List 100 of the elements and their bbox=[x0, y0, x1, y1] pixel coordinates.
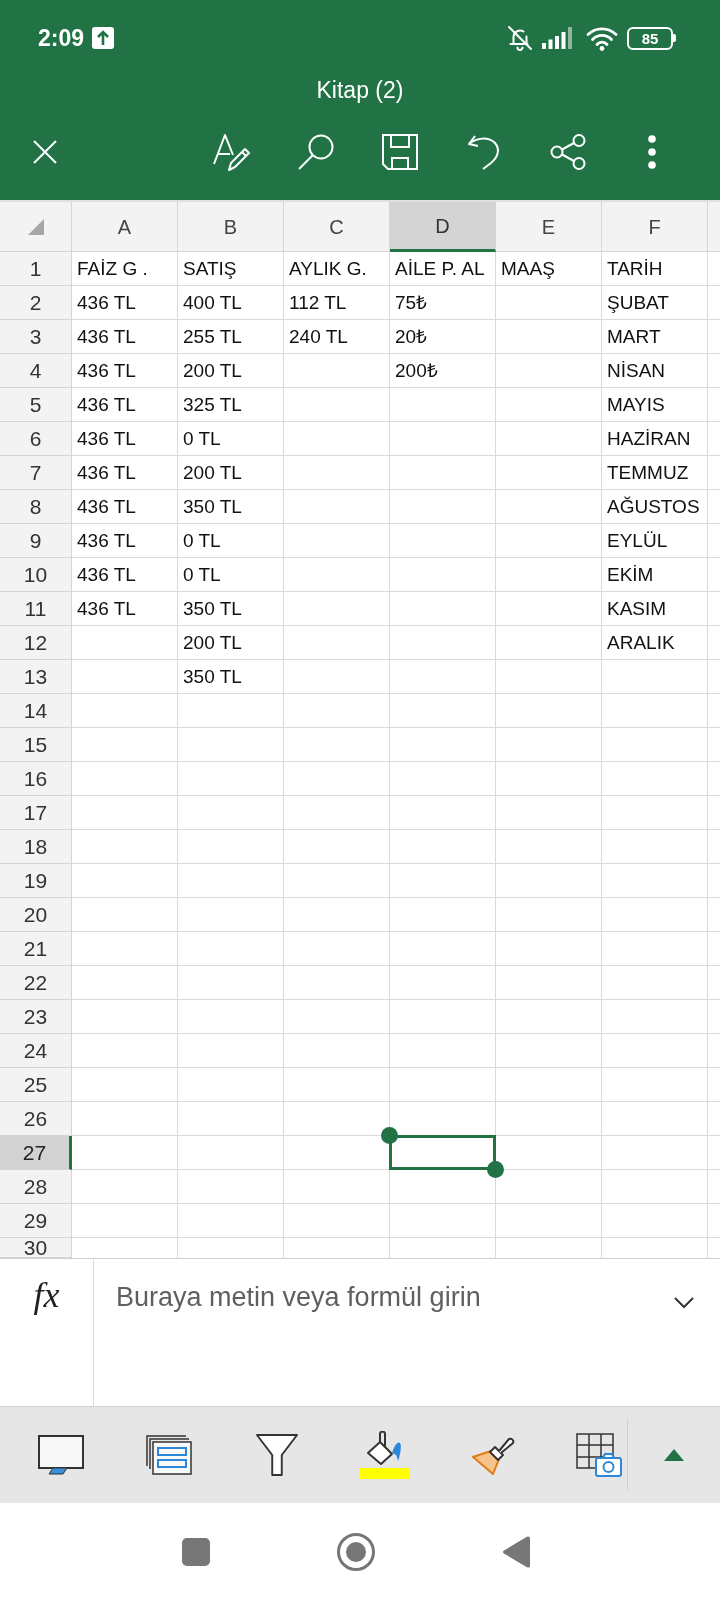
cell-text: 240 TL bbox=[288, 324, 348, 349]
row-header[interactable]: 25 bbox=[0, 1068, 72, 1102]
row-header[interactable]: 6 bbox=[0, 422, 72, 456]
cell-text: 436 TL bbox=[76, 562, 136, 587]
selection-handle-icon[interactable] bbox=[487, 1161, 504, 1178]
cell-text: MART bbox=[606, 324, 661, 349]
column-header[interactable]: C bbox=[284, 202, 390, 252]
up-triangle-icon[interactable] bbox=[664, 1449, 684, 1461]
cell-text: 350 TL bbox=[182, 596, 242, 621]
battery-indicator: 85 bbox=[627, 26, 676, 50]
cell-text: 200₺ bbox=[394, 358, 438, 383]
row-header[interactable]: 1 bbox=[0, 252, 72, 286]
cell-text: 255 TL bbox=[182, 324, 242, 349]
cell-text: FAİZ G . bbox=[76, 256, 148, 281]
cell-text: 200 TL bbox=[182, 358, 242, 383]
cell-text: MAYIS bbox=[606, 392, 665, 417]
cell-text: KASIM bbox=[606, 596, 667, 621]
ring-icon[interactable] bbox=[337, 1532, 375, 1571]
row-header[interactable]: 27 bbox=[0, 1136, 72, 1170]
row-header[interactable]: 12 bbox=[0, 626, 72, 660]
row-header[interactable]: 23 bbox=[0, 1000, 72, 1034]
column-header[interactable]: B bbox=[178, 202, 284, 252]
cell-text: 0 TL bbox=[182, 528, 221, 553]
cell-text: 436 TL bbox=[76, 494, 136, 519]
selection-handle-icon[interactable] bbox=[381, 1127, 398, 1144]
row-header[interactable]: 10 bbox=[0, 558, 72, 592]
more-vertical-icon[interactable] bbox=[648, 135, 656, 169]
row-header[interactable]: 29 bbox=[0, 1204, 72, 1238]
row-header[interactable]: 19 bbox=[0, 864, 72, 898]
row-header[interactable]: 26 bbox=[0, 1102, 72, 1136]
undo-icon[interactable] bbox=[467, 134, 501, 170]
cell-text: 400 TL bbox=[182, 290, 242, 315]
row-header[interactable]: 20 bbox=[0, 898, 72, 932]
cell-text: AİLE P. AL bbox=[394, 256, 485, 281]
share-icon[interactable] bbox=[550, 134, 586, 170]
signal-bars-icon bbox=[542, 27, 572, 49]
row-header[interactable]: 3 bbox=[0, 320, 72, 354]
column-header[interactable]: D bbox=[390, 202, 496, 252]
back-triangle-icon[interactable] bbox=[502, 1535, 530, 1568]
row-header[interactable]: 9 bbox=[0, 524, 72, 558]
row-header[interactable]: 28 bbox=[0, 1170, 72, 1204]
row-header[interactable]: 13 bbox=[0, 660, 72, 694]
row-header[interactable]: 14 bbox=[0, 694, 72, 728]
filter-icon[interactable] bbox=[256, 1434, 298, 1476]
cell-text: ŞUBAT bbox=[606, 290, 669, 315]
cell-text: EKİM bbox=[606, 562, 654, 587]
cell-text: 200 TL bbox=[182, 630, 242, 655]
row-header[interactable]: 15 bbox=[0, 728, 72, 762]
row-header[interactable]: 8 bbox=[0, 490, 72, 524]
cell-text: TARİH bbox=[606, 256, 663, 281]
cell-text: 350 TL bbox=[182, 494, 242, 519]
cell-text: 20₺ bbox=[394, 324, 428, 349]
muted-bell-icon bbox=[507, 25, 533, 51]
cell-text: 436 TL bbox=[76, 290, 136, 315]
wifi-icon bbox=[586, 25, 618, 51]
row-header[interactable]: 7 bbox=[0, 456, 72, 490]
column-header[interactable]: F bbox=[602, 202, 708, 252]
cell-text: 436 TL bbox=[76, 528, 136, 553]
cell-text: 436 TL bbox=[76, 358, 136, 383]
square-icon[interactable] bbox=[182, 1537, 210, 1566]
row-header[interactable]: 16 bbox=[0, 762, 72, 796]
search-icon[interactable] bbox=[298, 134, 334, 170]
letter-pencil-icon[interactable] bbox=[213, 133, 251, 171]
row-header[interactable]: 4 bbox=[0, 354, 72, 388]
column-header[interactable]: A bbox=[72, 202, 178, 252]
row-header[interactable]: 2 bbox=[0, 286, 72, 320]
cell-text: 436 TL bbox=[76, 460, 136, 485]
cell-text: 112 TL bbox=[288, 290, 347, 315]
cell-text: 325 TL bbox=[182, 392, 242, 417]
status-time: 2:09 bbox=[38, 23, 85, 53]
stacked-panels-icon[interactable] bbox=[146, 1435, 192, 1475]
cell-text: 75₺ bbox=[394, 290, 428, 315]
cell-text: 436 TL bbox=[76, 324, 136, 349]
cell-text: 200 TL bbox=[182, 460, 242, 485]
row-header[interactable]: 21 bbox=[0, 932, 72, 966]
screen-icon[interactable] bbox=[38, 1435, 84, 1475]
cell-text: 350 TL bbox=[182, 664, 242, 689]
grid-camera-icon[interactable] bbox=[576, 1433, 622, 1477]
cell-text: 436 TL bbox=[76, 596, 136, 621]
cell-text: SATIŞ bbox=[182, 256, 237, 281]
brush-icon[interactable] bbox=[471, 1435, 515, 1475]
row-header[interactable]: 24 bbox=[0, 1034, 72, 1068]
row-header[interactable]: 5 bbox=[0, 388, 72, 422]
row-header[interactable]: 18 bbox=[0, 830, 72, 864]
document-title: Kitap (2) bbox=[316, 75, 404, 105]
cell-text: TEMMUZ bbox=[606, 460, 689, 485]
cell-text: 436 TL bbox=[76, 426, 136, 451]
column-header[interactable]: E bbox=[496, 202, 602, 252]
cell-text: MAAŞ bbox=[500, 256, 555, 281]
row-header[interactable]: 22 bbox=[0, 966, 72, 1000]
row-header[interactable]: 17 bbox=[0, 796, 72, 830]
row-header[interactable]: 11 bbox=[0, 592, 72, 626]
cell-text: 436 TL bbox=[76, 392, 136, 417]
row-header[interactable]: 30 bbox=[0, 1238, 72, 1258]
cell-text: EYLÜL bbox=[606, 528, 668, 553]
function-button[interactable]: fx bbox=[33, 1273, 60, 1317]
up-arrow-square-icon bbox=[92, 27, 115, 49]
chevron-down-icon[interactable] bbox=[674, 1297, 694, 1309]
close-icon[interactable] bbox=[33, 140, 57, 164]
paint-bucket-icon[interactable] bbox=[360, 1431, 410, 1479]
